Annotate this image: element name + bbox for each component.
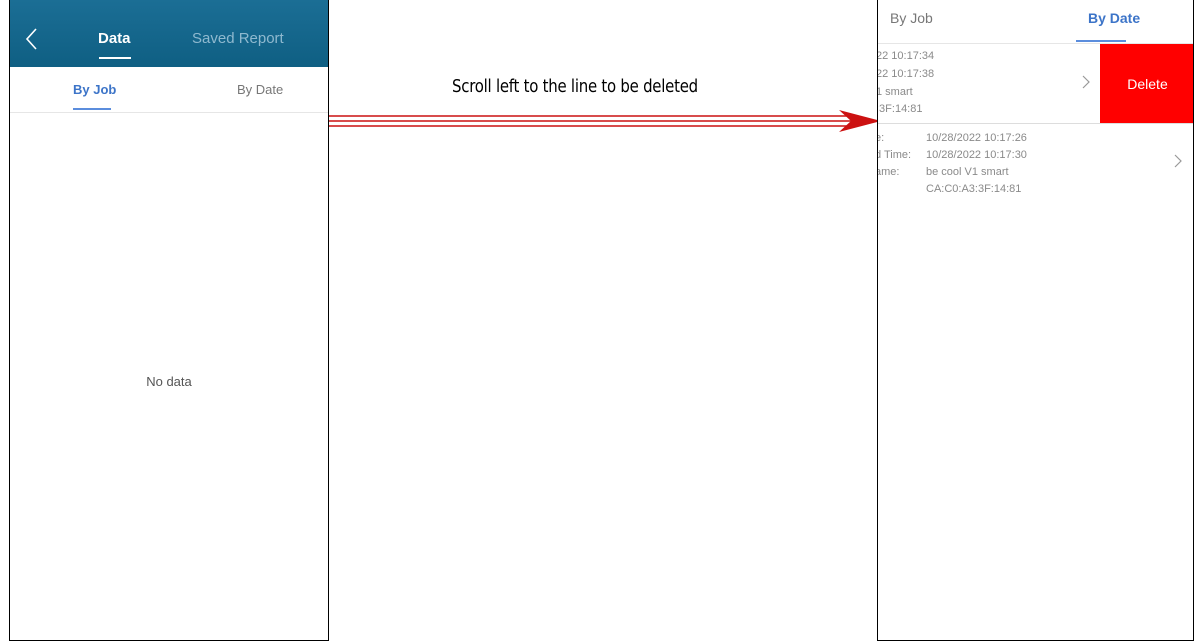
record-line: :3F:14:81	[877, 103, 923, 115]
record-line: 1 smart	[877, 86, 913, 98]
active-subtab-indicator	[73, 108, 111, 110]
record-row[interactable]: e: d Time: ame: 10/28/2022 10:17:26 10/2…	[877, 124, 1193, 204]
chevron-right-icon	[1174, 154, 1182, 168]
tab-by-date[interactable]: By Date	[1088, 10, 1140, 26]
tab-saved-report[interactable]: Saved Report	[192, 30, 284, 47]
record-value: 10/28/2022 10:17:26	[926, 132, 1027, 144]
right-phone-screen: By Job By Date 22 10:17:34 22 10:17:38 1…	[877, 0, 1194, 641]
tab-by-job[interactable]: By Job	[890, 10, 933, 26]
back-icon[interactable]	[24, 27, 40, 51]
tab-data[interactable]: Data	[98, 30, 131, 47]
subtab-by-date[interactable]: By Date	[237, 82, 283, 97]
active-tab-indicator	[99, 57, 131, 59]
arrow-right-icon	[329, 110, 881, 132]
record-label: e:	[878, 132, 885, 144]
record-value: be cool V1 smart	[926, 166, 1009, 178]
app-header: Data Saved Report	[10, 0, 328, 67]
record-label: ame:	[877, 166, 900, 178]
record-value: 10/28/2022 10:17:30	[926, 149, 1027, 161]
delete-button[interactable]: Delete	[1100, 44, 1193, 123]
instruction-text: Scroll left to the line to be deleted	[452, 76, 698, 97]
record-row-swiped[interactable]: 22 10:17:34 22 10:17:38 1 smart :3F:14:8…	[878, 44, 1100, 123]
left-phone-screen: Data Saved Report By Job By Date No data	[9, 0, 329, 641]
divider	[10, 112, 328, 113]
subtab-by-job[interactable]: By Job	[73, 82, 116, 97]
record-line: 22 10:17:34	[877, 50, 935, 62]
chevron-right-icon	[1082, 75, 1090, 89]
record-label: d Time:	[877, 149, 912, 161]
active-tab-indicator	[1076, 40, 1126, 42]
record-value: CA:C0:A3:3F:14:81	[926, 183, 1022, 195]
record-line: 22 10:17:38	[877, 68, 935, 80]
empty-state-message: No data	[146, 374, 192, 389]
